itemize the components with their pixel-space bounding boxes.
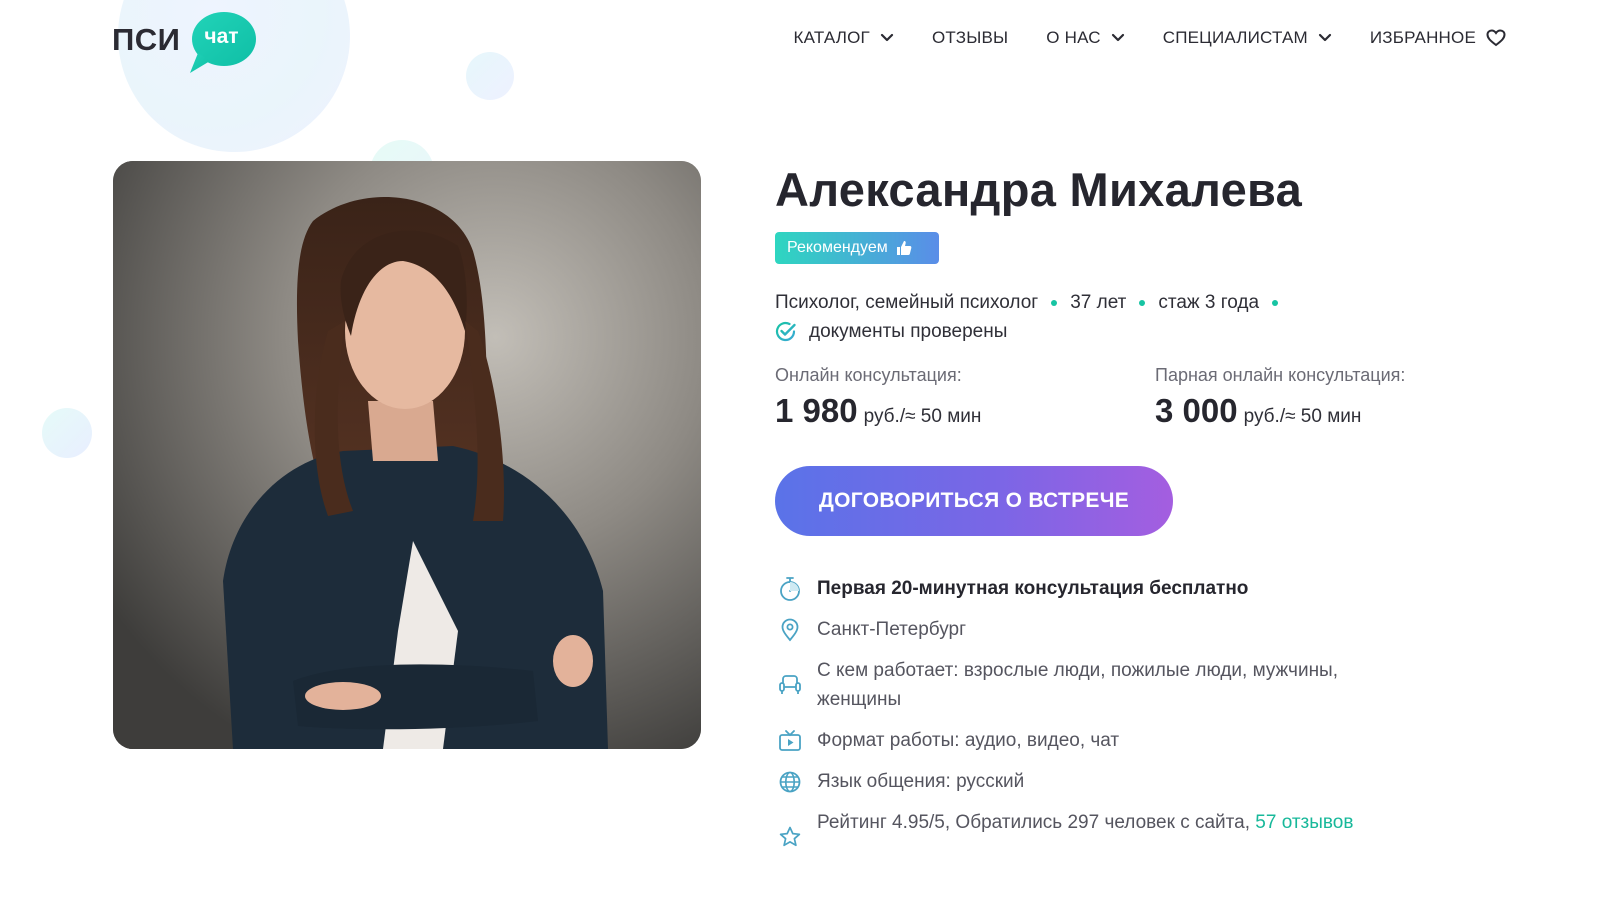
price-online: Онлайн консультация: 1 980 руб./≈ 50 мин <box>775 365 981 430</box>
nav-about[interactable]: О НАС <box>1046 28 1124 48</box>
main-nav: КАТАЛОГ ОТЗЫВЫ О НАС СПЕЦИАЛИСТАМ ИЗБРАН… <box>794 28 1507 48</box>
nav-catalog[interactable]: КАТАЛОГ <box>794 28 894 48</box>
nav-reviews-label: ОТЗЫВЫ <box>931 28 1009 47</box>
feature-format-text: Формат работы: аудио, видео, чат <box>817 730 1120 751</box>
rating-text: Рейтинг 4.95/5, Обратились 297 человек с… <box>817 812 1251 833</box>
feature-language: Язык общения: русский <box>775 767 1395 796</box>
decor-bubble <box>466 52 514 100</box>
chevron-down-icon <box>1111 33 1124 42</box>
separator-dot <box>1272 300 1279 306</box>
nav-about-label: О НАС <box>1046 28 1101 47</box>
recommend-badge: Рекомендуем <box>775 232 939 264</box>
check-circle-icon <box>775 321 796 342</box>
feature-city: Санкт-Петербург <box>775 615 1395 644</box>
video-play-icon <box>775 726 805 755</box>
feature-rating-text: Рейтинг 4.95/5, Обратились 297 человек с… <box>817 808 1395 837</box>
documents-verified: документы проверены <box>775 321 1007 343</box>
logo-chat-text: чат <box>204 25 239 48</box>
site-logo[interactable]: ПСИ чат <box>112 8 257 73</box>
nav-catalog-label: КАТАЛОГ <box>793 28 870 47</box>
nav-specialists-label: СПЕЦИАЛИСТАМ <box>1162 28 1308 47</box>
feature-city-text: Санкт-Петербург <box>817 619 967 640</box>
experience-text: стаж 3 года <box>1158 292 1260 313</box>
nav-favorites-label: ИЗБРАННОЕ <box>1369 28 1476 47</box>
price-couple: Парная онлайн консультация: 3 000 руб./≈… <box>1155 365 1405 430</box>
price-online-label: Онлайн консультация: <box>775 365 962 385</box>
armchair-icon <box>775 656 805 714</box>
thumbs-up-icon <box>896 241 912 255</box>
specialist-name: Александра Михалева <box>775 163 1303 216</box>
feature-format: Формат работы: аудио, видео, чат <box>775 726 1395 755</box>
logo-text: ПСИ <box>112 22 181 57</box>
specialty-text: Психолог, семейный психолог <box>775 292 1039 313</box>
price-online-value: 1 980 <box>775 392 858 429</box>
price-couple-unit: руб./≈ 50 мин <box>1243 406 1362 427</box>
recommend-badge-label: Рекомендуем <box>787 239 888 256</box>
separator-dot <box>1051 300 1058 306</box>
heart-icon <box>1486 29 1506 47</box>
chevron-down-icon <box>880 33 894 42</box>
separator-dot <box>1139 300 1146 306</box>
book-meeting-button[interactable]: ДОГОВОРИТЬСЯ О ВСТРЕЧЕ <box>775 466 1173 536</box>
feature-rating: Рейтинг 4.95/5, Обратились 297 человек с… <box>775 808 1395 866</box>
verified-text: документы проверены <box>809 321 1008 342</box>
logo-chat-bubble: чат <box>184 11 257 73</box>
location-pin-icon <box>775 615 805 644</box>
nav-reviews[interactable]: ОТЗЫВЫ <box>932 28 1008 48</box>
globe-icon <box>775 767 805 796</box>
decor-bubble <box>42 408 92 458</box>
specialist-meta: Психолог, семейный психолог 37 лет стаж … <box>775 292 1291 314</box>
chevron-down-icon <box>1318 33 1331 42</box>
price-online-unit: руб./≈ 50 мин <box>863 406 982 427</box>
price-couple-label: Парная онлайн консультация: <box>1155 365 1406 385</box>
feature-free-consultation: Первая 20-минутная консультация бесплатн… <box>775 574 1395 603</box>
feature-clients-text: С кем работает: взрослые люди, пожилые л… <box>817 660 1338 710</box>
stopwatch-icon <box>775 574 805 603</box>
reviews-link[interactable]: 57 отзывов <box>1255 812 1353 833</box>
star-icon <box>775 808 805 866</box>
feature-language-text: Язык общения: русский <box>817 771 1025 792</box>
specialist-photo <box>113 161 701 749</box>
nav-specialists[interactable]: СПЕЦИАЛИСТАМ <box>1163 28 1332 48</box>
nav-favorites[interactable]: ИЗБРАННОЕ <box>1370 28 1506 48</box>
age-text: 37 лет <box>1070 292 1127 313</box>
price-couple-value: 3 000 <box>1155 392 1238 429</box>
feature-list: Первая 20-минутная консультация бесплатн… <box>775 574 1395 878</box>
feature-clients: С кем работает: взрослые люди, пожилые л… <box>775 656 1395 714</box>
feature-free-text: Первая 20-минутная консультация бесплатн… <box>817 578 1249 599</box>
